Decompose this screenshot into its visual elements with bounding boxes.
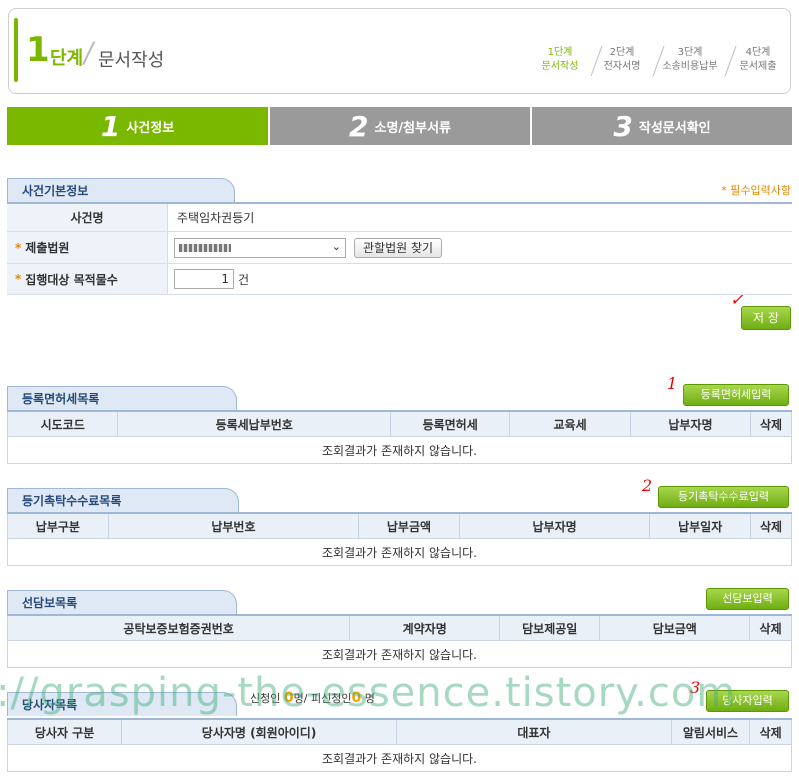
col-header: 등록면허세	[389, 410, 511, 437]
step-4: 4단계 문서제출	[736, 46, 780, 74]
collateral-table: 공탁보증보험증권번호 계약자명 담보제공일 담보금액 삭제 조회결과가 존재하지…	[6, 614, 792, 668]
empty-message: 조회결과가 존재하지 않습니다.	[7, 744, 792, 772]
court-label: * 제출법원	[7, 232, 168, 263]
col-header: 당사자 구분	[6, 718, 123, 745]
table-header-row: 공탁보증보험증권번호 계약자명 담보제공일 담보금액 삭제	[6, 614, 792, 641]
required-note: * 필수입력사항	[721, 184, 791, 197]
col-header: 시도코드	[6, 410, 119, 437]
step-4-number: 4단계	[745, 47, 771, 58]
section-title-case-info: 사건기본정보	[7, 178, 235, 202]
col-header: 대표자	[395, 718, 672, 745]
annotation-number-2: 2	[642, 476, 653, 495]
table-row-empty: 조회결과가 존재하지 않습니다.	[7, 436, 792, 464]
col-header: 삭제	[749, 614, 792, 641]
form-row-court: * 제출법원 ⌄ 관할법원 찾기	[7, 232, 792, 264]
col-header: 담보제공일	[499, 614, 601, 641]
chevron-down-icon: ⌄	[331, 239, 341, 253]
save-button[interactable]: 저 장	[741, 306, 791, 330]
step-2-label: 전자서명	[603, 61, 641, 72]
step-2: 2단계 전자서명	[600, 46, 644, 74]
form-row-case-name: 사건명 주택임차권등기	[7, 204, 792, 232]
tab-label: 사건정보	[126, 120, 175, 136]
step-4-label: 문서제출	[739, 61, 777, 72]
court-controls: ⌄ 관할법원 찾기	[174, 232, 443, 263]
col-header: 등록세납부번호	[117, 410, 391, 437]
step-3-label: 소송비용납부	[662, 61, 718, 72]
tab-number: 3	[613, 109, 633, 143]
watermark: ://grasping-the-essence.tistory.com	[0, 670, 737, 716]
table-row-empty: 조회결과가 존재하지 않습니다.	[7, 744, 792, 772]
col-header: 당사자명 (회원아이디)	[121, 718, 397, 745]
reg-tax-input-button[interactable]: 등록면허세입력	[683, 384, 789, 406]
header-step-number: 1	[26, 30, 50, 70]
section-title-fee: 등기촉탁수수료목록	[7, 488, 239, 512]
target-count-controls: 1 건	[174, 264, 249, 294]
section-title-reg-tax: 등록면허세목록	[7, 386, 237, 410]
col-header: 납부금액	[358, 512, 460, 539]
table-row-empty: 조회결과가 존재하지 않습니다.	[7, 538, 792, 566]
table-row-empty: 조회결과가 존재하지 않습니다.	[7, 640, 792, 668]
header-step-word: 단계	[50, 48, 84, 69]
tab-attachments[interactable]: 2 소명/첨부서류	[270, 107, 530, 145]
col-header: 교육세	[509, 410, 631, 437]
tab-number: 1	[100, 109, 121, 143]
tab-case-info[interactable]: 1 사건정보	[7, 107, 268, 145]
empty-message: 조회결과가 존재하지 않습니다.	[7, 640, 792, 668]
case-name-value: 주택임차권등기	[177, 211, 255, 225]
col-header: 삭제	[750, 410, 792, 437]
fee-input-button[interactable]: 등기촉탁수수료입력	[658, 486, 789, 508]
col-header: 삭제	[749, 718, 792, 745]
step-3-number: 3단계	[677, 47, 703, 58]
collateral-input-button[interactable]: 선담보입력	[706, 588, 789, 610]
section-title-collateral: 선담보목록	[7, 590, 237, 614]
case-name-label: 사건명	[7, 204, 168, 231]
page-title: 문서작성	[98, 50, 165, 71]
step-1: 1단계 문서작성	[540, 46, 580, 74]
step-1-number: 1단계	[547, 47, 573, 58]
col-header: 알림서비스	[670, 718, 751, 745]
col-header: 납부자명	[629, 410, 752, 437]
target-count-unit: 건	[238, 272, 250, 287]
tab-label: 소명/첨부서류	[374, 120, 451, 136]
col-header: 삭제	[750, 512, 792, 539]
col-header: 납부번호	[107, 512, 360, 539]
col-header: 납부자명	[458, 512, 651, 539]
empty-message: 조회결과가 존재하지 않습니다.	[7, 538, 792, 566]
find-court-button[interactable]: 관할법원 찾기	[354, 237, 443, 258]
tab-confirm-documents[interactable]: 3 작성문서확인	[532, 107, 792, 145]
col-header: 공탁보증보험증권번호	[6, 614, 351, 641]
form-row-target-count: * 집행대상 목적물수 1 건	[7, 264, 792, 295]
court-select-value-redacted	[179, 243, 231, 252]
parties-table: 당사자 구분 당사자명 (회원아이디) 대표자 알림서비스 삭제 조회결과가 존…	[6, 718, 792, 772]
tab-label: 작성문서확인	[638, 120, 711, 136]
court-select[interactable]: ⌄	[174, 237, 346, 258]
table-header-row: 시도코드 등록세납부번호 등록면허세 교육세 납부자명 삭제	[6, 410, 792, 437]
table-header-row: 당사자 구분 당사자명 (회원아이디) 대표자 알림서비스 삭제	[6, 718, 792, 745]
step-3: 3단계 소송비용납부	[662, 46, 718, 74]
tab-number: 2	[349, 109, 369, 143]
table-header-row: 납부구분 납부번호 납부금액 납부자명 납부일자 삭제	[7, 512, 792, 539]
step-2-number: 2단계	[609, 47, 635, 58]
step-1-label: 문서작성	[541, 61, 579, 72]
col-header: 납부일자	[649, 512, 752, 539]
col-header: 담보금액	[599, 614, 751, 641]
header-accent-bar	[14, 18, 18, 82]
col-header: 계약자명	[349, 614, 501, 641]
col-header: 납부구분	[7, 512, 109, 539]
empty-message: 조회결과가 존재하지 않습니다.	[7, 436, 792, 464]
target-count-label: * 집행대상 목적물수	[7, 264, 168, 294]
reg-tax-table: 시도코드 등록세납부번호 등록면허세 교육세 납부자명 삭제 조회결과가 존재하…	[6, 410, 792, 464]
annotation-number-1: 1	[667, 374, 678, 393]
fee-table: 납부구분 납부번호 납부금액 납부자명 납부일자 삭제 조회결과가 존재하지 않…	[7, 512, 792, 566]
target-count-input[interactable]: 1	[174, 269, 234, 289]
